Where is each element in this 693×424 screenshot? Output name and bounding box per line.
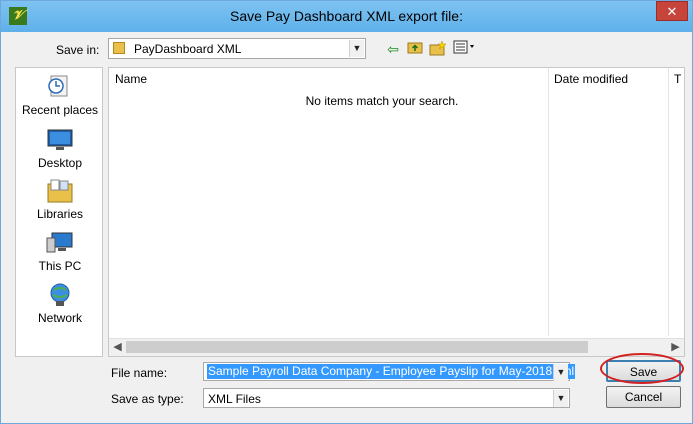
- column-divider: [668, 68, 669, 336]
- column-header-date[interactable]: Date modified: [554, 68, 628, 90]
- save-in-value: PayDashboard XML: [134, 42, 242, 56]
- highlight-annotation: [600, 353, 684, 384]
- places-bar: Recent places Desktop Libraries This PC …: [15, 67, 103, 357]
- place-label-this-pc: This PC: [38, 259, 82, 273]
- place-recent[interactable]: Recent places: [16, 74, 104, 117]
- place-network[interactable]: Network: [16, 282, 104, 325]
- new-folder-icon[interactable]: [429, 40, 447, 58]
- scroll-thumb[interactable]: [126, 341, 588, 353]
- chevron-down-icon[interactable]: ▼: [553, 364, 568, 381]
- place-label-recent: Recent places: [21, 103, 99, 117]
- file-name-input[interactable]: Sample Payroll Data Company - Employee P…: [203, 362, 576, 381]
- save-in-dropdown[interactable]: PayDashboard XML ▼: [108, 38, 366, 59]
- scroll-right-icon[interactable]: ▶: [667, 339, 684, 356]
- recent-places-icon: [48, 75, 68, 97]
- network-icon: [50, 283, 70, 306]
- column-divider: [548, 68, 549, 336]
- libraries-icon: [47, 179, 73, 203]
- scroll-left-icon[interactable]: ◀: [109, 339, 126, 356]
- file-name-value[interactable]: Sample Payroll Data Company - Employee P…: [207, 364, 576, 379]
- view-menu-icon[interactable]: [453, 40, 477, 58]
- save-dialog: 𝒱 Save Pay Dashboard XML export file: ✕ …: [0, 0, 693, 424]
- chevron-down-icon[interactable]: ▼: [553, 390, 568, 407]
- place-label-desktop: Desktop: [37, 156, 83, 170]
- place-this-pc[interactable]: This PC: [16, 230, 104, 273]
- folder-icon: [113, 42, 125, 54]
- place-label-libraries: Libraries: [36, 207, 84, 221]
- cancel-button[interactable]: Cancel: [606, 386, 681, 408]
- close-icon: ✕: [666, 4, 678, 19]
- title-bar[interactable]: 𝒱 Save Pay Dashboard XML export file: ✕: [1, 1, 692, 32]
- save-as-type-label: Save as type:: [111, 392, 184, 406]
- place-label-network: Network: [37, 311, 82, 325]
- save-as-type-value: XML Files: [208, 392, 261, 406]
- column-header-name[interactable]: Name: [115, 68, 147, 90]
- place-desktop[interactable]: Desktop: [16, 127, 104, 170]
- column-header-type[interactable]: T: [674, 68, 681, 90]
- close-button[interactable]: ✕: [656, 1, 688, 21]
- place-libraries[interactable]: Libraries: [16, 178, 104, 221]
- horizontal-scrollbar[interactable]: ◀ ▶: [109, 338, 684, 356]
- dialog-title: Save Pay Dashboard XML export file:: [230, 8, 463, 24]
- back-arrow-icon[interactable]: ⇦: [384, 40, 402, 58]
- desktop-icon: [47, 129, 73, 150]
- file-name-label: File name:: [111, 366, 168, 380]
- save-as-type-dropdown[interactable]: XML Files ▼: [203, 388, 570, 408]
- empty-message: No items match your search.: [305, 94, 459, 108]
- this-pc-icon: [46, 232, 73, 253]
- chevron-down-icon[interactable]: ▼: [349, 40, 364, 57]
- up-folder-icon[interactable]: [406, 40, 424, 58]
- file-list[interactable]: Name Date modified T No items match your…: [108, 67, 685, 357]
- save-in-label: Save in:: [56, 43, 100, 57]
